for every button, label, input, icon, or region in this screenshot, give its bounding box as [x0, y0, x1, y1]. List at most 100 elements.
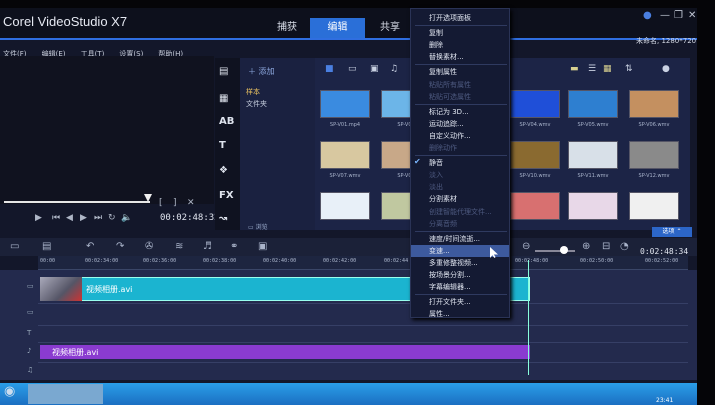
taskbar-videostudio[interactable]	[28, 384, 103, 404]
thumbnail-view-icon[interactable]: ▬	[570, 64, 579, 74]
start-button[interactable]: ◉	[4, 384, 15, 399]
context-menu-item[interactable]: 删除	[411, 39, 509, 51]
context-menu-item[interactable]: 粘贴可选属性	[411, 91, 509, 103]
context-menu-item[interactable]: 运动追踪...	[411, 118, 509, 130]
home-icon[interactable]: ⏮	[52, 213, 60, 223]
audio-filter-icon[interactable]: ♫	[390, 64, 398, 74]
media-thumbnail[interactable]	[568, 90, 618, 118]
sort-icon[interactable]: ⇅	[625, 64, 633, 74]
close-button[interactable]: ✕	[688, 10, 696, 21]
auto-music-icon[interactable]: ♬	[203, 241, 212, 252]
size-icon[interactable]: ●	[662, 64, 670, 74]
split-clip-button[interactable]: ✕	[187, 198, 195, 208]
zoom-out-icon[interactable]: ⊖	[522, 241, 530, 252]
previous-frame-icon[interactable]: ◀	[66, 213, 73, 223]
voice-track-icon[interactable]: ♪	[27, 347, 31, 355]
media-thumbnail[interactable]	[510, 90, 560, 118]
context-menu-item[interactable]: 静音	[411, 157, 509, 169]
context-menu-item[interactable]: 多重修整视频...	[411, 257, 509, 269]
context-menu-item[interactable]: 分离音频	[411, 218, 509, 230]
scrubber-bar[interactable]	[4, 201, 150, 203]
context-menu-item[interactable]: 字幕编辑器...	[411, 281, 509, 293]
folder-sample[interactable]: 样本	[246, 87, 260, 97]
media-thumbnail[interactable]	[629, 90, 679, 118]
context-menu-item[interactable]: 打开文件夹...	[411, 296, 509, 308]
context-menu-item[interactable]: 属性...	[411, 308, 509, 320]
timeline-view-icon[interactable]: ▤	[42, 241, 51, 252]
sound-mixer-icon[interactable]: ≋	[175, 241, 183, 252]
maximize-button[interactable]: ❐	[674, 10, 683, 21]
volume-icon[interactable]: 🔈	[121, 213, 132, 223]
context-menu-item[interactable]: 复制属性	[411, 66, 509, 78]
video-filter-icon[interactable]: ▭	[348, 64, 357, 74]
context-menu-item[interactable]: 打开选项面板	[411, 12, 509, 24]
zoom-in-icon[interactable]: ⊕	[582, 241, 590, 252]
tab-share[interactable]: 共享	[365, 18, 415, 38]
context-menu-item[interactable]: 速度/时间流逝...	[411, 233, 509, 245]
context-menu-item[interactable]: 淡出	[411, 181, 509, 193]
photo-filter-icon[interactable]: ▣	[370, 64, 379, 74]
instant-project-icon[interactable]: ▦	[219, 93, 228, 104]
context-menu-item[interactable]: 自定义动作...	[411, 130, 509, 142]
next-frame-icon[interactable]: ▶	[80, 213, 87, 223]
storyboard-view-icon[interactable]: ▭	[10, 241, 19, 252]
media-thumbnail[interactable]	[320, 192, 370, 220]
media-thumbnail[interactable]	[568, 192, 618, 220]
motion-tracking-icon[interactable]: ⚭	[230, 241, 238, 252]
redo-icon[interactable]: ↷	[116, 241, 124, 252]
video-track-icon[interactable]: ▭	[27, 282, 34, 290]
timeline-timecode[interactable]: 0:02:48:34	[640, 247, 688, 256]
end-icon[interactable]: ⏭	[94, 213, 102, 223]
context-menu-item[interactable]: 粘贴所有属性	[411, 79, 509, 91]
options-button[interactable]: 选项 ⌃	[652, 227, 692, 237]
music-track-icon[interactable]: ♫	[27, 366, 33, 374]
subtitle-editor-icon[interactable]: ▣	[258, 241, 267, 252]
graphic-icon[interactable]: ❖	[219, 165, 228, 176]
tab-capture[interactable]: 捕获	[262, 18, 312, 38]
context-menu-item[interactable]: 复制	[411, 27, 509, 39]
mark-in-button[interactable]: [	[159, 198, 163, 208]
media-thumbnail[interactable]	[629, 141, 679, 169]
play-icon[interactable]: ▶	[35, 213, 42, 223]
title-track-icon[interactable]: T	[27, 329, 31, 337]
folder-icon[interactable]: ■	[325, 64, 334, 74]
context-menu-item[interactable]: 创建智能代理文件...	[411, 206, 509, 218]
zoom-slider[interactable]	[535, 250, 575, 252]
context-menu-item[interactable]: 淡入	[411, 169, 509, 181]
context-menu-item[interactable]: 按场景分割...	[411, 269, 509, 281]
media-thumbnail[interactable]	[320, 90, 370, 118]
browse-button[interactable]: ▭ 浏览	[248, 222, 268, 231]
title-icon[interactable]: T	[219, 140, 226, 151]
media-thumbnail[interactable]	[320, 141, 370, 169]
fit-project-icon[interactable]: ⊟	[602, 241, 610, 252]
context-menu-item[interactable]: 替换素材...	[411, 51, 509, 63]
add-folder-button[interactable]: ＋ 添加	[248, 66, 275, 77]
repeat-icon[interactable]: ↻	[108, 213, 116, 223]
help-icon[interactable]: ●	[643, 10, 652, 21]
media-thumbnail[interactable]	[510, 141, 560, 169]
context-menu-item[interactable]: 删除动作	[411, 142, 509, 154]
media-thumbnail[interactable]	[510, 192, 560, 220]
mark-out-button[interactable]: ]	[173, 198, 177, 208]
context-menu-item[interactable]: 分割素材	[411, 193, 509, 205]
folder-folder[interactable]: 文件夹	[246, 99, 267, 109]
zoom-slider-handle[interactable]	[560, 246, 568, 254]
playhead[interactable]	[528, 260, 529, 375]
overlay-track-icon[interactable]: ▭	[27, 308, 34, 316]
list-view-icon[interactable]: ☰	[588, 64, 596, 74]
path-icon[interactable]: ↝	[219, 213, 227, 224]
record-capture-icon[interactable]: ✇	[145, 241, 153, 252]
media-thumbnail[interactable]	[629, 192, 679, 220]
grid-view-icon[interactable]: ▦	[603, 64, 612, 74]
transition-icon[interactable]: AB	[219, 116, 234, 127]
timecode[interactable]: 00:02:48:32	[160, 213, 220, 223]
context-menu-item[interactable]: 标记为 3D...	[411, 106, 509, 118]
fx-icon[interactable]: FX	[219, 190, 234, 201]
audio-clip[interactable]	[40, 345, 530, 359]
tab-edit[interactable]: 编辑	[310, 18, 365, 38]
undo-icon[interactable]: ↶	[86, 241, 94, 252]
context-menu-item[interactable]: 变速...	[411, 244, 509, 257]
minimize-button[interactable]: —	[660, 10, 670, 21]
media-icon[interactable]: ▤	[219, 66, 228, 77]
media-thumbnail[interactable]	[568, 141, 618, 169]
